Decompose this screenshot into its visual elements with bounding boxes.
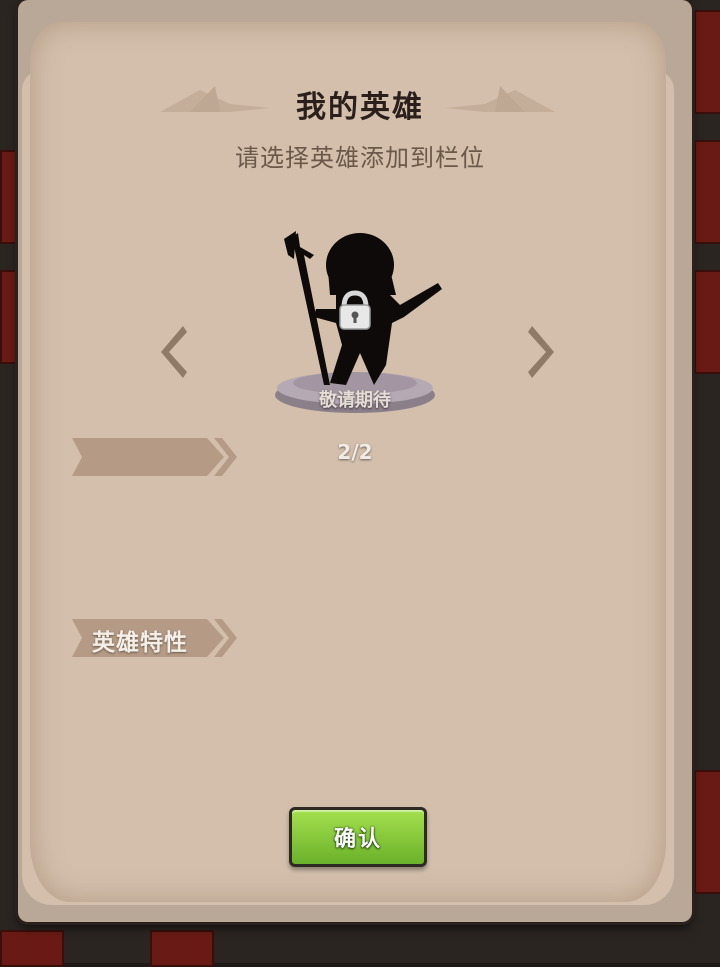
dialog-title: 我的英雄 bbox=[296, 90, 424, 125]
previous-hero-arrow-icon[interactable] bbox=[153, 322, 193, 382]
background-card bbox=[0, 930, 64, 967]
background-card bbox=[150, 930, 214, 967]
confirm-button[interactable]: 确认 bbox=[289, 807, 427, 867]
background-bottom bbox=[0, 922, 720, 963]
background-card bbox=[694, 270, 720, 374]
dialog-subtitle: 请选择英雄添加到栏位 bbox=[235, 144, 485, 172]
hero-traits-label: 英雄特性 bbox=[92, 630, 188, 656]
coming-soon-label: 敬请期待 bbox=[319, 390, 391, 411]
background-card bbox=[0, 270, 20, 364]
hero-name-ribbon bbox=[72, 438, 237, 476]
next-hero-arrow-icon[interactable] bbox=[522, 322, 562, 382]
hero-page-indicator: 2/2 bbox=[337, 440, 373, 464]
background-card bbox=[694, 770, 720, 894]
